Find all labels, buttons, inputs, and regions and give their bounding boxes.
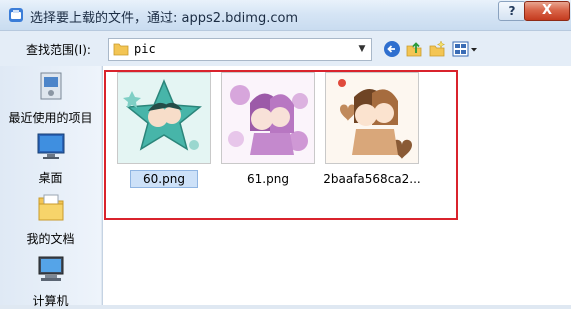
desktop-icon xyxy=(37,133,64,159)
file-name: 61.png xyxy=(247,172,289,186)
file-item-60[interactable]: 60.png xyxy=(114,72,214,188)
chevron-down-icon[interactable]: ▼ xyxy=(356,43,368,55)
file-name: 60.png xyxy=(130,170,198,188)
computer-icon xyxy=(38,256,63,281)
recent-items-icon xyxy=(40,72,61,100)
place-my-documents[interactable]: 我的文档 xyxy=(0,191,101,247)
close-button[interactable]: X xyxy=(524,1,570,21)
back-icon[interactable] xyxy=(383,40,401,58)
place-recent-items[interactable]: 最近使用的项目 xyxy=(0,70,101,126)
file-thumbnail xyxy=(325,72,419,164)
folder-icon xyxy=(113,43,129,56)
look-in-dropdown[interactable]: pic ▼ xyxy=(108,38,372,61)
look-in-label: 查找范围(I): xyxy=(26,43,91,57)
app-icon xyxy=(9,8,23,22)
file-name: 2baafa568ca2... xyxy=(323,172,421,186)
file-thumbnail xyxy=(221,72,315,164)
place-label: 最近使用的项目 xyxy=(8,111,93,125)
place-label: 我的文档 xyxy=(26,232,75,246)
title-bar: 选择要上载的文件，通过: apps2.bdimg.com ? X xyxy=(0,0,571,31)
file-item-61[interactable]: 61.png xyxy=(218,72,318,186)
dialog-title: 选择要上载的文件，通过: apps2.bdimg.com xyxy=(30,11,299,26)
place-label: 计算机 xyxy=(32,294,69,308)
current-folder-name: pic xyxy=(134,42,156,56)
file-item-2baafa568ca2[interactable]: 2baafa568ca2... xyxy=(322,72,422,186)
file-thumbnail xyxy=(117,72,211,164)
thumbnail-image xyxy=(118,73,210,163)
place-computer[interactable]: 计算机 xyxy=(0,253,101,309)
view-menu-icon[interactable] xyxy=(452,40,478,58)
place-label: 桌面 xyxy=(38,171,63,185)
place-desktop[interactable]: 桌面 xyxy=(0,130,101,186)
look-in-toolbar: 查找范围(I): pic ▼ xyxy=(0,31,571,66)
help-button[interactable]: ? xyxy=(498,1,526,21)
thumbnail-image xyxy=(222,73,314,163)
new-folder-icon[interactable] xyxy=(428,40,446,58)
my-documents-icon xyxy=(38,194,63,221)
thumbnail-image xyxy=(326,73,418,163)
up-folder-icon[interactable] xyxy=(405,40,423,58)
